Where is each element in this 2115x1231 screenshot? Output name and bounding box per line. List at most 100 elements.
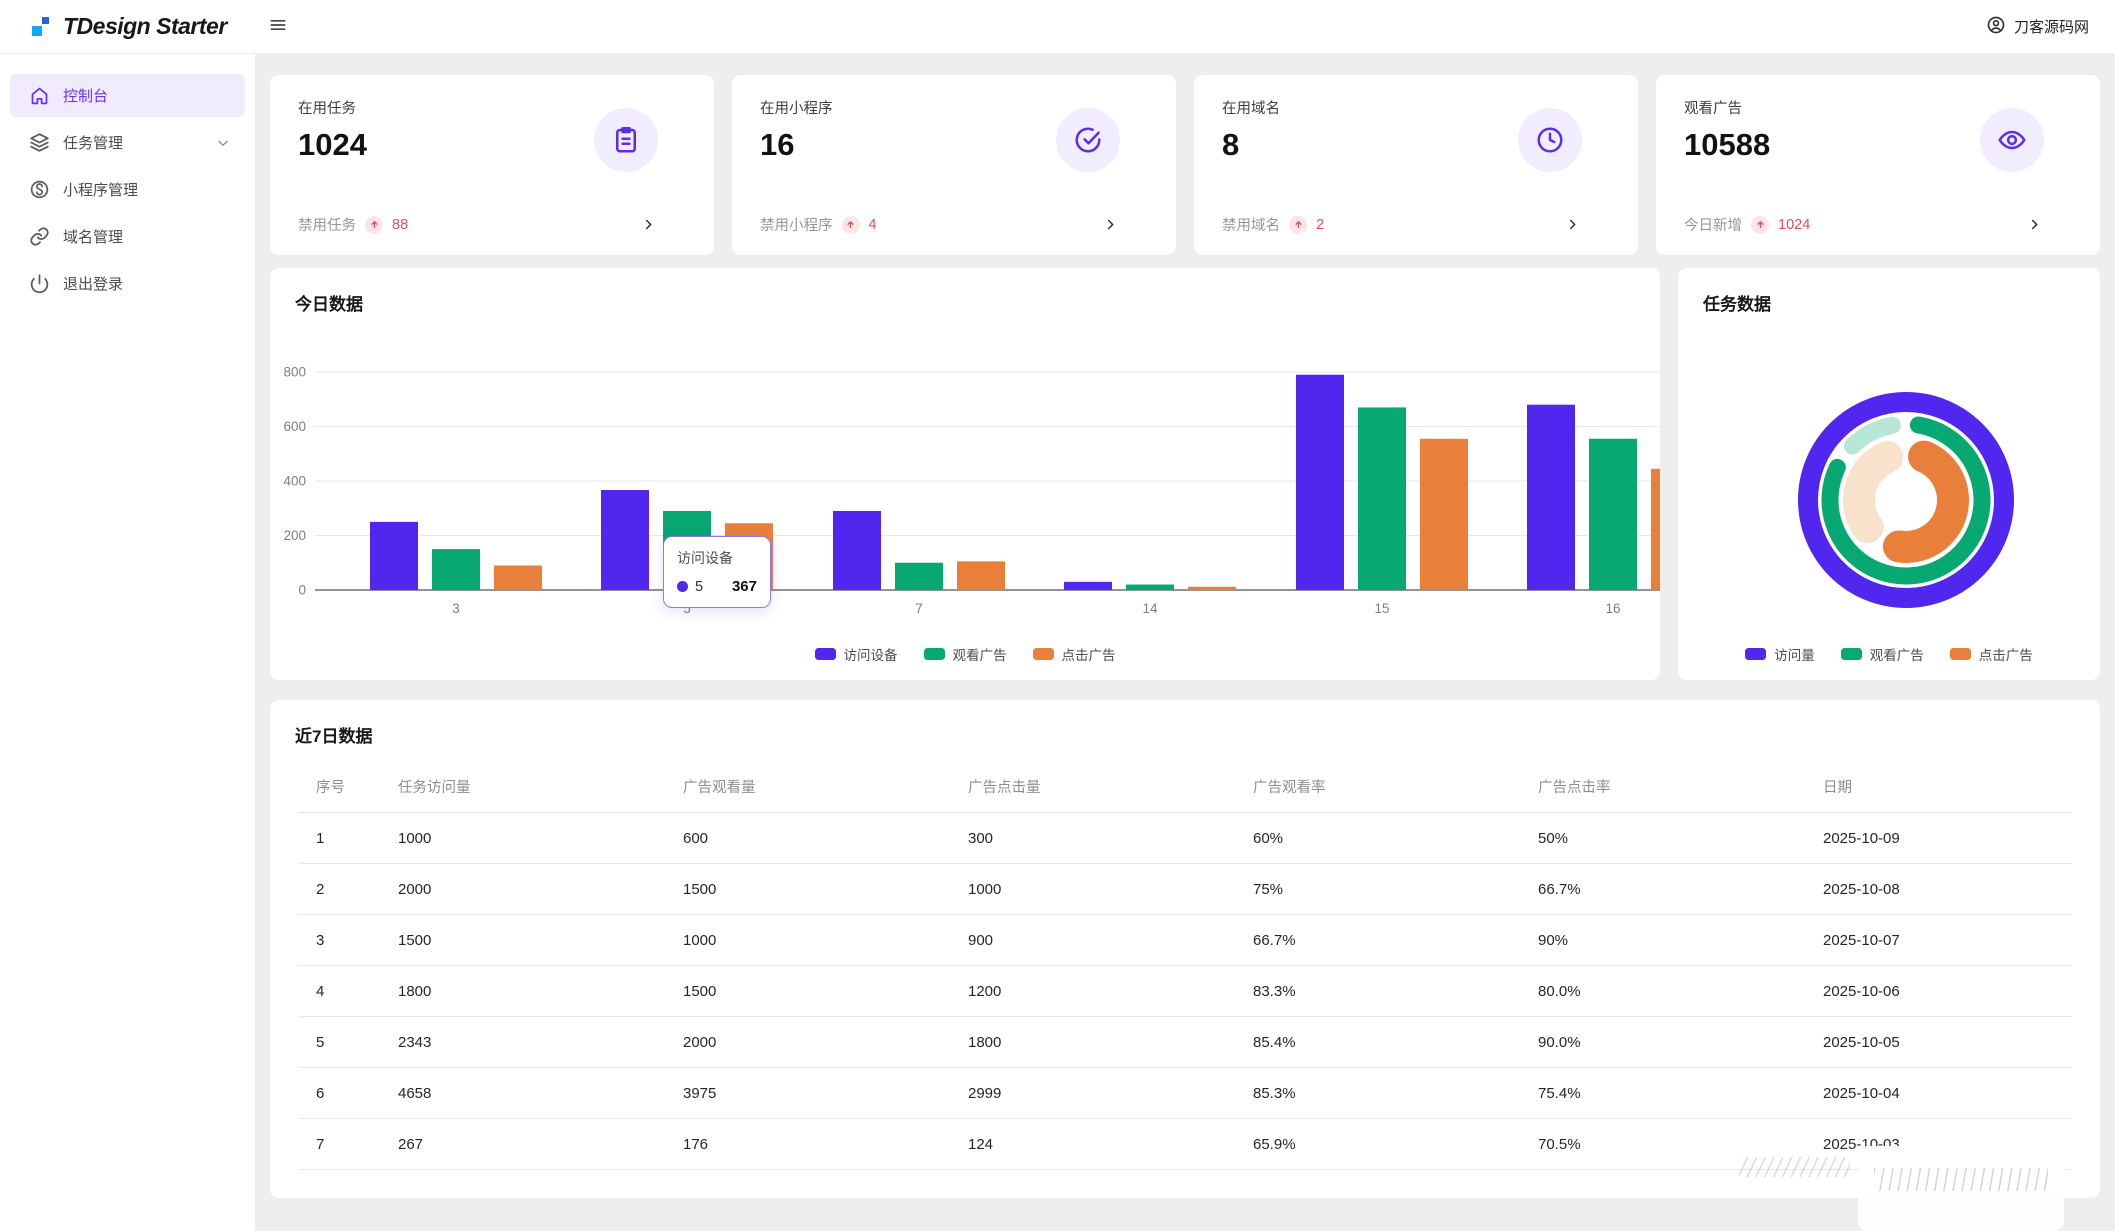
svg-text:600: 600 [283,419,306,434]
table-cell: 1 [298,812,398,864]
table-cell: 4658 [398,1067,683,1119]
watermark-scribble [1738,1157,1850,1177]
legend-item[interactable]: 观看广告 [1840,644,1924,664]
stat-sub-label: 今日新增 [1684,218,1742,234]
chevron-down-icon [215,135,231,151]
table-cell: 1200 [968,965,1253,1017]
bar-chart: 0 200 400 600 800 3 5 7 14 15 16 [270,268,1660,680]
svg-text:16: 16 [1605,601,1620,616]
table-row: 2 2000 1500 1000 75% 66.7% 2025-10-08 [298,863,2072,915]
table-cell: 2025-10-06 [1823,965,2072,1017]
stat-sub-row: 禁用域名 2 [1222,214,1614,235]
table-cell: 300 [968,812,1253,864]
stat-card-ad-views[interactable]: 观看广告 10588 今日新增 1024 [1656,75,2100,255]
donut-chart-legend: 访问量 观看广告 点击广告 [1678,644,2100,664]
sidebar: 控制台 任务管理 小程序管理 域名管理 退出登录 [0,54,255,1231]
table-card-title: 近7日数据 [295,727,373,746]
main-content: 在用任务 1024 禁用任务 88 在用小程序 16 禁用小程序 4 在用域名 8 禁用域名 2 观看广… [255,54,2115,1231]
table-cell: 2000 [398,863,683,915]
table-cell: 1500 [398,914,683,966]
svg-text:0: 0 [298,583,306,598]
legend-label: 观看广告 [952,648,1007,663]
trend-up-icon [1289,215,1307,234]
table-row: 1 1000 600 300 60% 50% 2025-10-09 [298,812,2072,864]
table-row: 6 4658 3975 2999 85.3% 75.4% 2025-10-04 [298,1067,2072,1119]
legend-item[interactable]: 访问量 [1745,644,1815,664]
legend-label: 点击广告 [1978,648,2033,663]
clipboard-icon [594,108,658,172]
trend-up-icon [841,215,860,234]
tooltip-series-name: 访问设备 [677,550,733,566]
miniprogram-icon [29,179,50,200]
table-cell: 66.7% [1253,914,1538,966]
legend-swatch-icon [1840,648,1862,660]
table-row: 5 2343 2000 1800 85.4% 90.0% 2025-10-05 [298,1016,2072,1068]
clock-icon [1518,108,1582,172]
menu-icon [268,15,288,38]
table-row: 3 1500 1000 900 66.7% 90% 2025-10-07 [298,914,2072,966]
user-icon [1986,15,2006,39]
stat-sub-label: 禁用域名 [1222,218,1280,234]
bar-chart-legend: 访问设备 观看广告 点击广告 [270,644,1660,664]
legend-swatch-icon [923,648,945,660]
svg-text:7: 7 [915,601,923,616]
user-account[interactable]: 刀客源码网 [1986,15,2089,39]
sidebar-item-console[interactable]: 控制台 [10,74,245,117]
app-header: TDesign Starter 刀客源码网 [0,0,2115,54]
link-icon [29,226,50,247]
today-card-title: 今日数据 [295,295,363,314]
column-header: 任务访问量 [398,762,683,813]
series-dot-icon [677,581,688,592]
table-header-row: 序号 任务访问量 广告观看量 广告点击量 广告观看率 广告点击率 日期 [298,762,2072,813]
table-cell: 2025-10-09 [1823,812,2072,864]
logo-icon [30,15,52,39]
chevron-right-icon[interactable] [1103,217,1118,232]
table-cell: 3 [298,914,398,966]
table-cell: 6 [298,1067,398,1119]
table-cell: 50% [1538,812,1823,864]
legend-item[interactable]: 访问设备 [814,644,898,664]
stat-card-active-tasks[interactable]: 在用任务 1024 禁用任务 88 [270,75,714,255]
stat-sub-row: 禁用小程序 4 [760,214,1152,235]
chevron-right-icon[interactable] [641,217,656,232]
chevron-right-icon[interactable] [1565,217,1580,232]
stat-card-active-domains[interactable]: 在用域名 8 禁用域名 2 [1194,75,1638,255]
table-cell: 600 [683,812,968,864]
task-data-card: 任务数据 访问量 观看广告 点击广告 [1678,268,2100,680]
stat-card-active-miniprograms[interactable]: 在用小程序 16 禁用小程序 4 [732,75,1176,255]
bar-chart-canvas[interactable]: 0 200 400 600 800 3 5 7 14 15 16 [270,268,1660,680]
table-cell: 1500 [683,965,968,1017]
sidebar-item-task-management[interactable]: 任务管理 [10,121,245,164]
user-name: 刀客源码网 [2013,19,2089,36]
legend-item[interactable]: 点击广告 [1032,644,1116,664]
table-cell: 176 [683,1118,968,1170]
stat-sub-label: 禁用任务 [298,218,356,234]
table-cell: 90% [1538,914,1823,966]
menu-toggle-button[interactable] [265,14,291,40]
legend-label: 访问量 [1774,648,1815,663]
table-row: 4 1800 1500 1200 83.3% 80.0% 2025-10-06 [298,965,2072,1017]
legend-item[interactable]: 点击广告 [1949,644,2033,664]
sidebar-item-domain-management[interactable]: 域名管理 [10,215,245,258]
donut-chart-canvas[interactable] [1786,380,2026,620]
table-cell: 80.0% [1538,965,1823,1017]
table-cell: 75.4% [1538,1067,1823,1119]
charts-row: 今日数据 0 200 400 600 800 3 5 7 14 15 16 访问设备 5 367 访… [270,268,2100,680]
chart-tooltip: 访问设备 5 367 [663,536,771,608]
logo[interactable]: TDesign Starter [30,13,255,40]
sidebar-item-logout[interactable]: 退出登录 [10,262,245,305]
svg-text:3: 3 [452,601,460,616]
stat-card-row: 在用任务 1024 禁用任务 88 在用小程序 16 禁用小程序 4 在用域名 8 禁用域名 2 观看广… [270,75,2100,255]
table-cell: 3975 [683,1067,968,1119]
svg-text:200: 200 [283,528,306,543]
legend-label: 观看广告 [1869,648,1924,663]
column-header: 广告点击率 [1538,762,1823,813]
stat-sub-value: 1024 [1778,216,1811,233]
tooltip-value: 367 [731,578,757,595]
sidebar-nav: 控制台 任务管理 小程序管理 域名管理 退出登录 [0,54,255,305]
legend-item[interactable]: 观看广告 [923,644,1007,664]
sidebar-item-miniprogram-management[interactable]: 小程序管理 [10,168,245,211]
column-header: 广告观看量 [683,762,968,813]
chevron-right-icon[interactable] [2027,217,2042,232]
legend-label: 访问设备 [843,648,898,663]
